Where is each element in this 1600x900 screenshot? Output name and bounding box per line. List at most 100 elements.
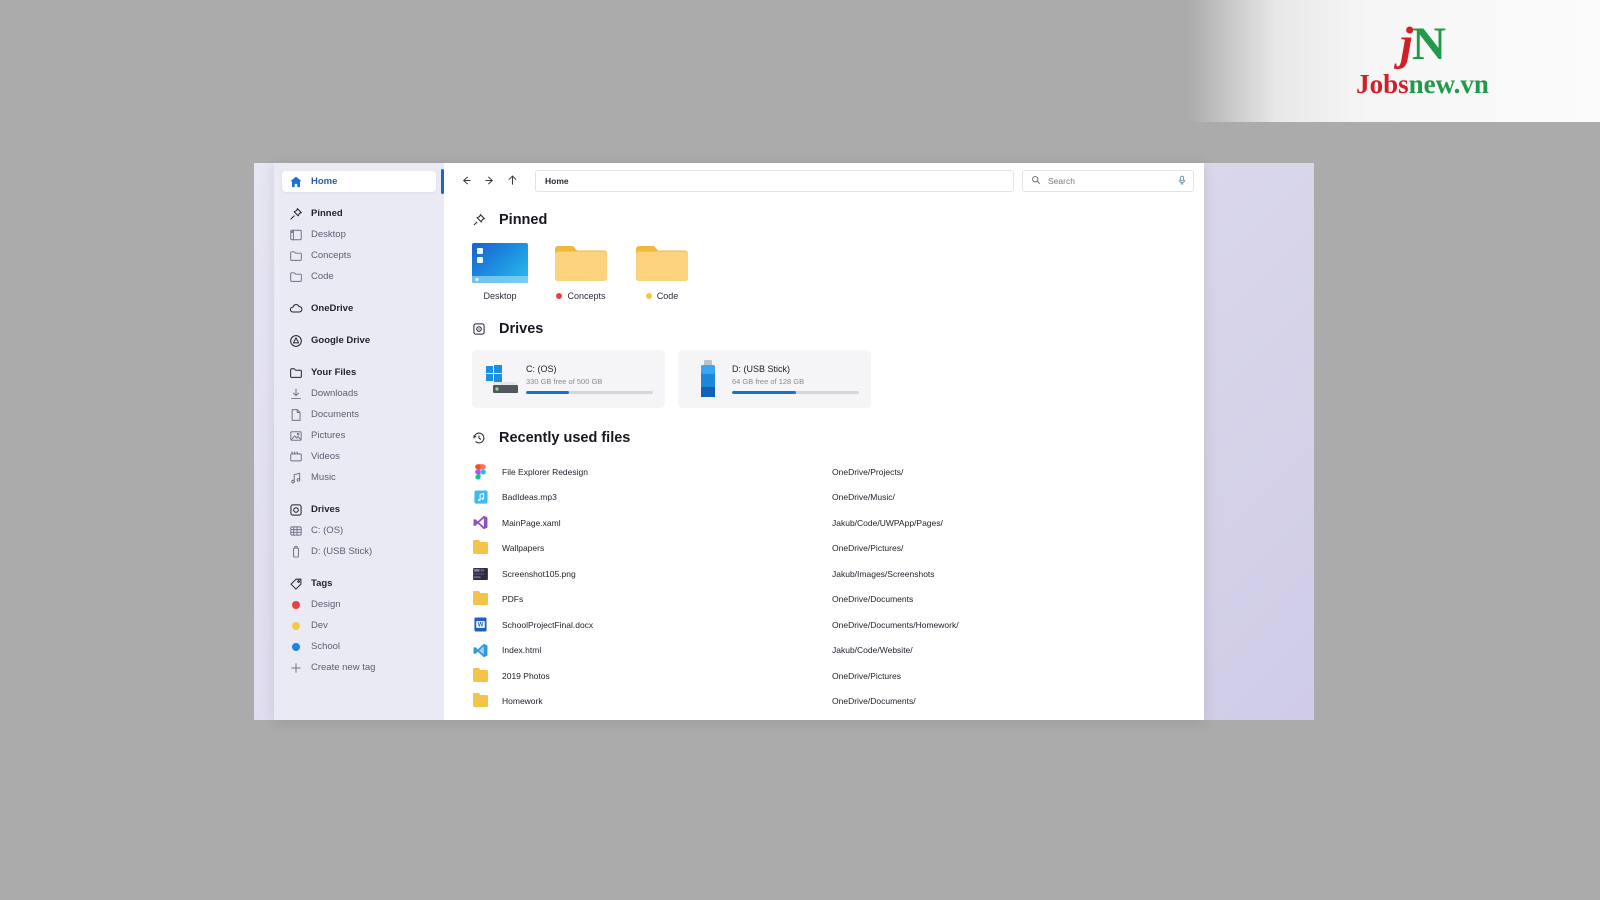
recent-file-row[interactable]: Screenshot105.png Jakub/Images/Screenshot… — [472, 561, 1176, 587]
sidebar-item-label: D: (USB Stick) — [311, 546, 373, 557]
recent-file-row[interactable]: 2019 Photos OneDrive/Pictures — [472, 663, 1176, 689]
sidebar-item-videos[interactable]: Videos — [282, 446, 436, 467]
file-explorer-window: Home Pinned Desktop Concepts Code OneDrive Goo… — [274, 163, 1204, 720]
search-input[interactable] — [1048, 175, 1177, 186]
drive-icon — [288, 502, 303, 517]
tag-color-dot — [556, 293, 563, 299]
drive-name: D: (USB Stick) — [732, 364, 791, 374]
sidebar-item-label: Downloads — [311, 388, 358, 399]
recent-file-name: BadIdeas.mp3 — [502, 492, 557, 503]
drive-name: C: (OS) — [526, 364, 557, 374]
navigation-sidebar: Home Pinned Desktop Concepts Code OneDrive Goo… — [274, 163, 444, 720]
google-drive-icon — [288, 333, 303, 348]
hard-disk-icon — [288, 523, 303, 538]
sidebar-item-dev[interactable]: Dev — [282, 615, 436, 636]
forward-button[interactable] — [479, 171, 499, 191]
sidebar-group-separator — [274, 351, 444, 362]
sidebar-item-google-drive[interactable]: Google Drive — [282, 330, 436, 351]
sidebar-item-c-os[interactable]: C: (OS) — [282, 520, 436, 541]
recent-section-header: Recently used files — [472, 430, 1204, 446]
sidebar-item-pinned[interactable]: Pinned — [282, 203, 436, 224]
recent-file-row[interactable]: Homework OneDrive/Documents/ — [472, 689, 1176, 715]
cloud-icon — [288, 301, 303, 316]
recent-file-row[interactable]: Wallpapers OneDrive/Pictures/ — [472, 536, 1176, 562]
recent-file-row[interactable]: BadIdeas.mp3 OneDrive/Music/ — [472, 485, 1176, 511]
pinned-item[interactable]: Code — [634, 241, 690, 301]
pinned-title: Pinned — [499, 212, 548, 228]
microphone-icon[interactable] — [1177, 172, 1187, 190]
sidebar-item-concepts[interactable]: Concepts — [282, 245, 436, 266]
drives-cards-row: C: (OS) 330 GB free of 500 GB D: (USB Stic… — [472, 350, 1204, 408]
recent-file-path: OneDrive/Projects/ — [832, 466, 904, 477]
sidebar-item-downloads[interactable]: Downloads — [282, 383, 436, 404]
pinned-item-label: Concepts — [567, 291, 606, 301]
folder-icon — [472, 591, 489, 607]
sidebar-item-code[interactable]: Code — [282, 266, 436, 287]
sidebar-item-your-files[interactable]: Your Files — [282, 362, 436, 383]
recent-file-row[interactable]: File Explorer Redesign OneDrive/Projects/ — [472, 459, 1176, 485]
tag-color-dot — [645, 293, 652, 299]
drive-card[interactable]: D: (USB Stick) 64 GB free of 128 GB — [678, 350, 871, 408]
recent-file-name: Screenshot105.png — [502, 568, 576, 579]
sidebar-item-label: Drives — [311, 504, 341, 515]
pinned-item[interactable]: Concepts — [553, 241, 609, 301]
search-icon — [1031, 172, 1041, 190]
sidebar-item-music[interactable]: Music — [282, 467, 436, 488]
plus-icon — [288, 660, 303, 675]
explorer-toolbar: Home — [444, 163, 1204, 198]
image-thumbnail-icon — [472, 566, 489, 581]
folder-icon — [288, 365, 303, 380]
drive-icon — [472, 322, 489, 336]
recent-file-row[interactable]: Index.html Jakub/Code/Website/ — [472, 638, 1176, 664]
recent-title: Recently used files — [499, 430, 631, 446]
folder-icon — [472, 693, 489, 709]
jobsnew-wordmark: Jobsnew.vn — [1356, 69, 1489, 100]
pin-icon — [472, 213, 489, 227]
back-button[interactable] — [456, 171, 476, 191]
recent-file-name: File Explorer Redesign — [502, 466, 588, 477]
sidebar-item-tags[interactable]: Tags — [282, 573, 436, 594]
sidebar-item-school[interactable]: School — [282, 636, 436, 657]
pinned-item[interactable]: Desktop — [472, 241, 528, 301]
logo-word-jobs: Jobs — [1356, 68, 1409, 99]
home-content: Pinned Desktop Concepts Code Drives C: (OS… — [444, 198, 1204, 720]
visual-studio-icon — [472, 515, 489, 530]
sidebar-item-documents[interactable]: Documents — [282, 404, 436, 425]
folder-icon — [288, 248, 303, 263]
sidebar-item-d-usb-stick[interactable]: D: (USB Stick) — [282, 541, 436, 562]
breadcrumb-bar[interactable]: Home — [535, 169, 1014, 192]
color-dot-icon — [288, 597, 303, 612]
recent-file-path: OneDrive/Music/ — [832, 492, 895, 503]
recent-file-name: Wallpapers — [502, 543, 545, 554]
folder-icon — [288, 269, 303, 284]
vscode-icon — [472, 643, 489, 658]
search-container[interactable] — [1022, 169, 1194, 192]
sidebar-item-label: Create new tag — [311, 662, 376, 673]
sidebar-item-label: Pinned — [311, 208, 343, 219]
word-icon: W — [472, 617, 489, 632]
selection-indicator-bar — [441, 169, 444, 194]
drive-card[interactable]: C: (OS) 330 GB free of 500 GB — [472, 350, 665, 408]
jobsnew-monogram: jN — [1400, 21, 1446, 68]
video-icon — [288, 449, 303, 464]
recent-file-row[interactable]: PDFs OneDrive/Documents — [472, 587, 1176, 613]
recent-file-path: OneDrive/Pictures/ — [832, 543, 904, 554]
sidebar-item-pictures[interactable]: Pictures — [282, 425, 436, 446]
sidebar-item-label: Concepts — [311, 250, 352, 261]
sidebar-item-design[interactable]: Design — [282, 594, 436, 615]
recent-file-row[interactable]: MainPage.xaml Jakub/Code/UWPApp/Pages/ — [472, 510, 1176, 536]
document-icon — [288, 407, 303, 422]
sidebar-item-create-new-tag[interactable]: Create new tag — [282, 657, 436, 678]
recent-file-path: Jakub/Images/Screenshots — [832, 568, 935, 579]
recent-file-row[interactable]: W SchoolProjectFinal.docx OneDrive/Documen… — [472, 612, 1176, 638]
recent-file-name: 2019 Photos — [502, 670, 550, 681]
folder-icon — [634, 241, 690, 283]
sidebar-item-home[interactable]: Home — [282, 171, 436, 192]
up-button[interactable] — [502, 171, 522, 191]
sidebar-item-onedrive[interactable]: OneDrive — [282, 298, 436, 319]
sidebar-item-desktop[interactable]: Desktop — [282, 224, 436, 245]
sidebar-item-drives[interactable]: Drives — [282, 499, 436, 520]
sidebar-item-label: Your Files — [311, 367, 357, 378]
logo-letter-n: N — [1412, 18, 1446, 71]
recent-file-path: OneDrive/Documents/ — [832, 696, 916, 707]
